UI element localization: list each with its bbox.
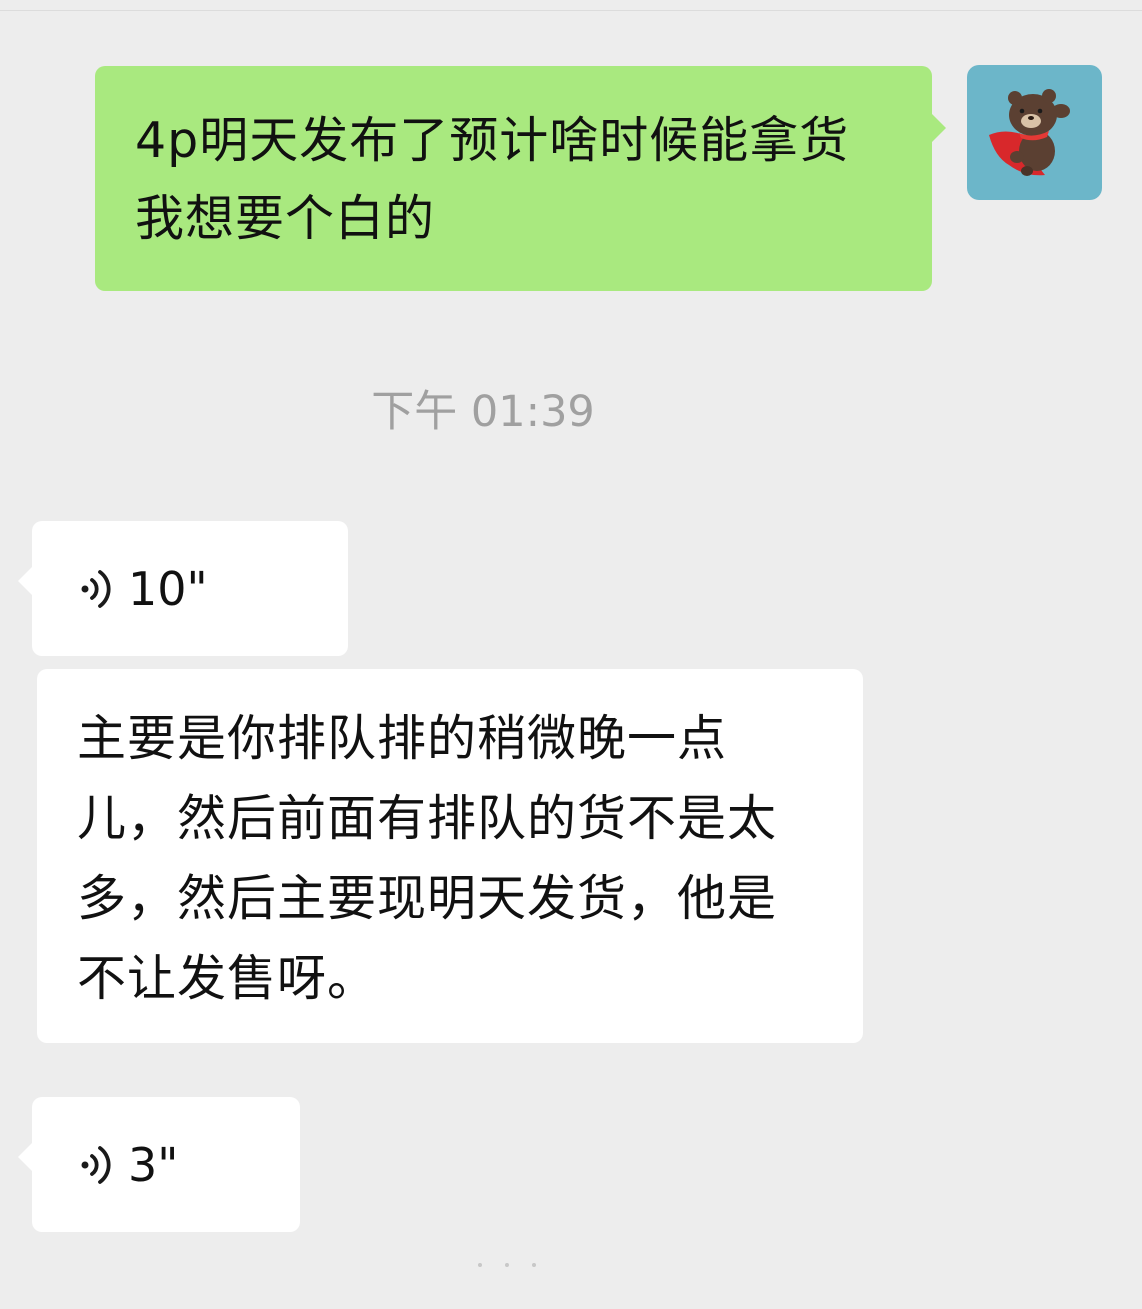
bubble-tail [18,1143,32,1171]
voice-duration: 10" [128,561,208,616]
voice-wave-icon [81,1145,111,1184]
brown-bear-cape-icon [989,89,1070,176]
voice-message-bubble[interactable]: 3" [18,1097,300,1232]
voice-message-bubble[interactable]: 10" [18,521,348,656]
voice-duration: 3" [128,1137,179,1192]
more-indicator-icon [478,1263,536,1267]
bubble-tail [18,567,32,595]
timestamp: 下午 01:39 [371,387,595,437]
message-text: 主要是你排队排的稍微晚一点儿，然后前面有排队的货不是太多，然后主要现明天发货，他… [77,710,778,1007]
outgoing-message-bubble[interactable]: 4p明天发布了预计啥时候能拿货 我想要个白的 [95,66,946,291]
top-divider [0,10,1142,11]
bubble-tail [932,114,946,142]
message-text: 4p明天发布了预计啥时候能拿货 我想要个白的 [135,112,850,247]
voice-wave-icon [81,569,111,608]
incoming-message-bubble[interactable]: 主要是你排队排的稍微晚一点儿，然后前面有排队的货不是太多，然后主要现明天发货，他… [37,669,863,1043]
avatar[interactable] [967,65,1102,200]
